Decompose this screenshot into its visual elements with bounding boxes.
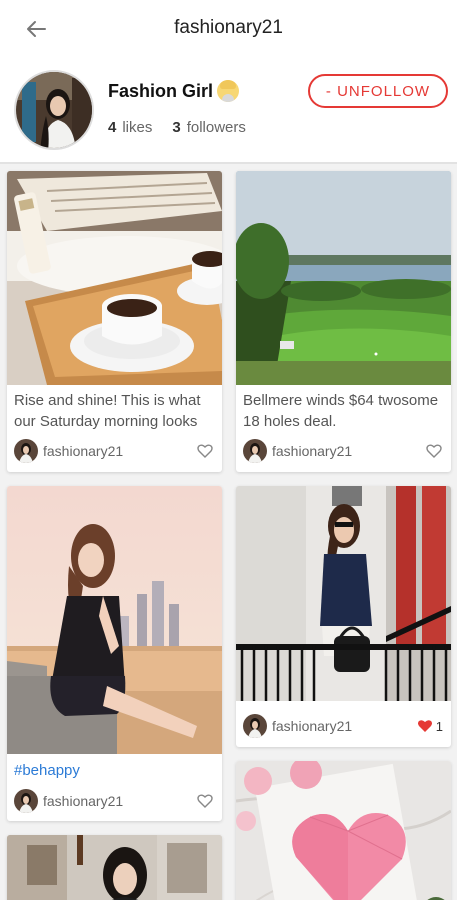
like-button[interactable] (416, 717, 434, 735)
likes-stat: 4 likes (108, 119, 152, 136)
followers-stat[interactable]: 3 followers (172, 119, 246, 136)
app-screen: fashionary21 Fashion Girl 4 likes 3 follow… (0, 0, 457, 900)
like-button[interactable] (196, 792, 214, 810)
author-name[interactable]: fashionary21 (272, 443, 425, 459)
author-name[interactable]: fashionary21 (43, 443, 196, 459)
author-name[interactable]: fashionary21 (43, 793, 196, 809)
post-image[interactable] (236, 486, 451, 701)
post-card[interactable]: #behappy fashionary21 (7, 486, 222, 821)
profile-avatar[interactable] (14, 70, 94, 150)
like-button[interactable] (196, 442, 214, 460)
like-count: 1 (435, 718, 443, 734)
author-avatar[interactable] (243, 439, 267, 463)
profile-name: Fashion Girl (108, 80, 240, 102)
author-avatar[interactable] (14, 789, 38, 813)
followers-label: followers (186, 119, 246, 136)
likes-count: 4 (108, 119, 117, 136)
post-card[interactable]: Bellmere winds $64 twosome 18 holes deal… (236, 171, 451, 472)
post-hashtag[interactable]: #behappy (14, 760, 216, 781)
heart-outline-icon (197, 794, 213, 808)
post-card[interactable] (236, 761, 451, 900)
post-footer: fashionary21 (243, 437, 443, 465)
post-card[interactable]: fashionary21 1 (236, 486, 451, 747)
unfollow-button[interactable]: - UNFOLLOW (308, 74, 448, 108)
likes-label: likes (122, 119, 153, 136)
post-image[interactable] (7, 486, 222, 754)
person-emoji-icon (217, 80, 240, 102)
profile-name-text: Fashion Girl (108, 80, 214, 101)
profile-header: Fashion Girl 4 likes 3 followers - UNFOLLO… (0, 58, 457, 164)
post-image[interactable] (236, 761, 451, 900)
top-app-bar: fashionary21 (0, 0, 457, 58)
post-image[interactable] (236, 171, 451, 385)
author-avatar[interactable] (243, 714, 267, 738)
post-image[interactable] (7, 171, 222, 385)
like-button[interactable] (425, 442, 443, 460)
heart-outline-icon (426, 444, 442, 458)
profile-stats: 4 likes 3 followers (108, 119, 246, 136)
heart-filled-icon (417, 720, 432, 732)
post-footer: fashionary21 (14, 437, 214, 465)
post-image[interactable] (7, 835, 222, 900)
author-name[interactable]: fashionary21 (272, 718, 416, 734)
post-caption: Rise and shine! This is what our Saturda… (14, 392, 201, 430)
post-card[interactable]: Rise and shine! This is what our Saturda… (7, 171, 222, 472)
post-caption: Bellmere winds $64 twosome 18 holes deal… (243, 392, 439, 430)
page-title: fashionary21 (174, 17, 283, 38)
post-footer: fashionary21 1 (243, 712, 443, 740)
followers-count: 3 (172, 119, 181, 136)
post-card[interactable] (7, 835, 222, 900)
author-avatar[interactable] (14, 439, 38, 463)
heart-outline-icon (197, 444, 213, 458)
post-footer: fashionary21 (14, 787, 214, 815)
